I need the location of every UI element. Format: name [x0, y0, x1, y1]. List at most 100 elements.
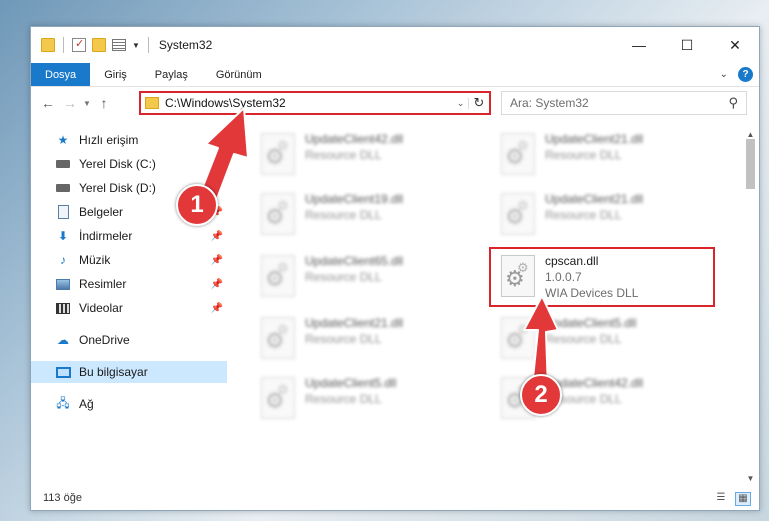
- sidebar-item-label: Videolar: [79, 301, 123, 315]
- file-meta: UpdateClient19.dll Resource DLL: [305, 187, 403, 223]
- sidebar-item-quick-access[interactable]: ★ Hızlı erişim: [31, 129, 227, 151]
- vertical-scrollbar[interactable]: ▲ ▼: [742, 127, 759, 487]
- file-version: 1.0.0.7: [545, 270, 582, 284]
- minimize-button[interactable]: —: [615, 27, 663, 63]
- close-button[interactable]: ✕: [711, 27, 759, 63]
- drive-icon: [56, 184, 70, 192]
- dll-file-icon: [501, 133, 535, 175]
- scrollbar-thumb[interactable]: [746, 139, 755, 189]
- sidebar-item-label: Müzik: [79, 253, 111, 267]
- search-icon[interactable]: ⚲: [728, 95, 738, 111]
- star-icon: ★: [57, 133, 69, 147]
- sidebar-item-downloads[interactable]: ⬇ İndirmeler 📌: [31, 225, 227, 247]
- sidebar-item-pictures[interactable]: Resimler 📌: [31, 273, 227, 295]
- file-tile[interactable]: UpdateClient21.dll Resource DLL: [491, 127, 721, 183]
- file-tile[interactable]: UpdateClient42.dll Resource DLL: [251, 127, 481, 183]
- new-folder-icon[interactable]: [92, 38, 106, 52]
- window-title: System32: [158, 38, 213, 52]
- quick-access-toolbar: ▼: [31, 37, 151, 53]
- up-arrow-icon[interactable]: ↑: [93, 95, 115, 111]
- pin-icon[interactable]: 📌: [211, 255, 223, 266]
- sidebar-item-this-pc[interactable]: Bu bilgisayar: [31, 361, 227, 383]
- file-tile[interactable]: UpdateClient5.dll Resource DLL: [251, 371, 481, 427]
- computer-icon: [55, 366, 71, 378]
- view-options-icon[interactable]: [112, 39, 126, 51]
- file-meta: UpdateClient21.dll Resource DLL: [305, 311, 403, 347]
- tab-file[interactable]: Dosya: [31, 63, 91, 86]
- sidebar-item-network[interactable]: 🖧 Ağ: [31, 393, 227, 415]
- maximize-button[interactable]: ☐: [663, 27, 711, 63]
- address-history-chevron-icon[interactable]: ⌄: [453, 97, 469, 109]
- file-tile[interactable]: UpdateClient5.dll Resource DLL: [491, 311, 721, 367]
- scroll-down-arrow-icon[interactable]: ▼: [742, 471, 759, 487]
- file-type: WIA Devices DLL: [545, 286, 639, 300]
- tiles-view-icon[interactable]: ▦: [735, 492, 751, 506]
- toolbar-divider: [147, 37, 149, 53]
- forward-arrow-icon[interactable]: →: [59, 95, 81, 111]
- file-tile[interactable]: UpdateClient65.dll Resource DLL: [251, 249, 481, 305]
- sidebar-item-music[interactable]: ♪ Müzik 📌: [31, 249, 227, 271]
- tab-view[interactable]: Görünüm: [202, 63, 276, 86]
- tab-share[interactable]: Paylaş: [141, 63, 202, 86]
- title-bar: ▼ System32 — ☐ ✕: [31, 27, 759, 63]
- file-type: Resource DLL: [305, 392, 382, 406]
- properties-check-icon[interactable]: [72, 37, 86, 52]
- search-input[interactable]: Ara: System32: [510, 96, 728, 110]
- item-count: 113 öğe: [43, 492, 82, 504]
- dll-file-icon: [261, 255, 295, 297]
- pin-icon[interactable]: 📌: [211, 279, 223, 290]
- details-view-icon[interactable]: ☰: [713, 492, 729, 506]
- recent-locations-chevron-icon[interactable]: ▼: [81, 99, 93, 108]
- file-name: UpdateClient5.dll: [545, 316, 637, 330]
- tab-home[interactable]: Giriş: [90, 63, 141, 86]
- back-arrow-icon[interactable]: ←: [37, 95, 59, 111]
- file-type: Resource DLL: [305, 270, 382, 284]
- navigation-bar: ← → ▼ ↑ C:\Windows\System32 ⌄ ↻ Ara: Sys…: [31, 87, 759, 119]
- videos-icon: [56, 302, 70, 314]
- help-button[interactable]: ?: [738, 67, 753, 82]
- step-1-badge: 1: [176, 184, 218, 226]
- ribbon-right-controls: ⌄ ?: [720, 67, 753, 82]
- refresh-icon[interactable]: ↻: [469, 95, 489, 111]
- music-icon: ♪: [60, 253, 66, 267]
- file-name: cpscan.dll: [545, 254, 599, 268]
- folder-icon: [145, 97, 159, 109]
- pin-icon[interactable]: 📌: [211, 231, 223, 242]
- dll-file-icon: [501, 255, 535, 297]
- file-name: UpdateClient21.dll: [545, 192, 644, 206]
- file-meta: UpdateClient5.dll Resource DLL: [545, 311, 636, 347]
- file-tile[interactable]: UpdateClient19.dll Resource DLL: [251, 187, 481, 243]
- navigation-pane: ★ Hızlı erişim Yerel Disk (C:) 📌 Yerel D…: [31, 127, 227, 487]
- sidebar-item-label: Belgeler: [79, 205, 124, 219]
- sidebar-item-local-disk-c[interactable]: Yerel Disk (C:) 📌: [31, 153, 227, 175]
- search-box[interactable]: Ara: System32 ⚲: [501, 91, 747, 115]
- sidebar-item-videos[interactable]: Videolar 📌: [31, 297, 227, 319]
- sidebar-item-label: OneDrive: [79, 333, 130, 347]
- sidebar-item-onedrive[interactable]: ☁ OneDrive: [31, 329, 227, 351]
- expand-ribbon-chevron-icon[interactable]: ⌄: [720, 69, 728, 80]
- file-tile-cpscan[interactable]: cpscan.dll 1.0.0.7 WIA Devices DLL: [489, 247, 715, 307]
- file-name: UpdateClient21.dll: [545, 132, 644, 146]
- chevron-down-icon[interactable]: ▼: [132, 41, 140, 50]
- sidebar-item-label: Yerel Disk (D:): [79, 181, 156, 195]
- sidebar-item-label: İndirmeler: [79, 229, 133, 243]
- pin-icon[interactable]: 📌: [211, 303, 223, 314]
- ribbon-tabs: Dosya Giriş Paylaş Görünüm ⌄ ?: [31, 63, 759, 87]
- sidebar-item-label: Yerel Disk (C:): [79, 157, 156, 171]
- file-type: Resource DLL: [545, 332, 622, 346]
- address-bar[interactable]: C:\Windows\System32 ⌄ ↻: [139, 91, 491, 115]
- network-icon: 🖧: [56, 395, 70, 410]
- file-tile[interactable]: UpdateClient21.dll Resource DLL: [491, 187, 721, 243]
- file-meta: UpdateClient65.dll Resource DLL: [305, 249, 403, 285]
- cloud-icon: ☁: [57, 333, 69, 347]
- file-type: Resource DLL: [545, 148, 622, 162]
- downloads-icon: ⬇: [57, 229, 69, 243]
- file-meta: cpscan.dll 1.0.0.7 WIA Devices DLL: [545, 249, 638, 301]
- pin-icon[interactable]: 📌: [211, 159, 223, 170]
- explorer-window: ▼ System32 — ☐ ✕ Dosya Giriş Paylaş Görü…: [30, 26, 760, 511]
- file-tile[interactable]: UpdateClient21.dll Resource DLL: [251, 311, 481, 367]
- file-name: UpdateClient19.dll: [305, 192, 404, 206]
- drive-icon: [56, 160, 70, 168]
- address-path[interactable]: C:\Windows\System32: [165, 96, 453, 110]
- file-type: Resource DLL: [305, 148, 382, 162]
